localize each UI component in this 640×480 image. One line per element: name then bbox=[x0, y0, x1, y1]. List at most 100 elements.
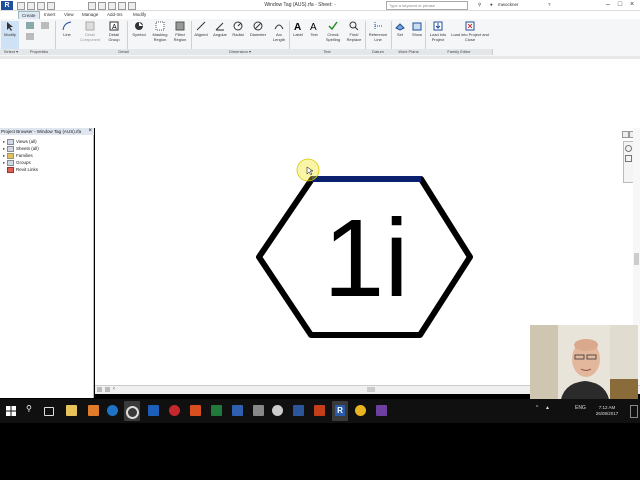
network-icon[interactable]: ▲ bbox=[545, 405, 550, 411]
set-work-plane-button[interactable]: Set bbox=[393, 21, 407, 49]
tree-item-revit-links[interactable]: Revit Links bbox=[3, 167, 38, 173]
symbol-button[interactable]: Symbol bbox=[130, 21, 148, 49]
vertical-scroll-thumb[interactable] bbox=[634, 253, 639, 265]
scroll-left-icon[interactable]: ‹ bbox=[113, 386, 115, 392]
task-view-icon[interactable] bbox=[44, 407, 54, 416]
close-panel-icon[interactable]: × bbox=[88, 128, 92, 135]
dimension-icon[interactable] bbox=[98, 2, 106, 10]
detail-component-button[interactable]: Detail Component bbox=[77, 21, 103, 49]
chrome-icon[interactable] bbox=[355, 405, 366, 416]
search-input[interactable]: Type a keyword or phrase bbox=[386, 1, 468, 10]
calculator-icon[interactable] bbox=[253, 405, 264, 416]
minimize-icon[interactable]: – bbox=[603, 1, 613, 9]
tree-item-views[interactable]: ▸ Views (all) bbox=[3, 139, 37, 145]
notifications-icon[interactable] bbox=[630, 405, 638, 418]
panel-text: Text bbox=[289, 49, 366, 55]
angular-dimension-button[interactable]: Angular bbox=[211, 21, 229, 49]
horizontal-scroll-thumb[interactable] bbox=[367, 387, 375, 392]
powerpoint-icon[interactable] bbox=[314, 405, 325, 416]
open-icon[interactable] bbox=[17, 2, 25, 10]
illustrator-icon[interactable] bbox=[190, 405, 201, 416]
app-icon-grey[interactable] bbox=[272, 405, 283, 416]
family-category-icon[interactable] bbox=[26, 33, 34, 40]
account-icon[interactable]: ● bbox=[490, 2, 493, 7]
find-replace-icon bbox=[349, 21, 359, 31]
separator bbox=[127, 21, 128, 49]
tree-item-sheets[interactable]: ▸ Sheets (all) bbox=[3, 146, 39, 152]
taskbar-active-app[interactable] bbox=[124, 401, 140, 421]
revit-logo-icon[interactable]: R bbox=[1, 1, 13, 10]
internet-explorer-icon[interactable] bbox=[107, 405, 118, 416]
search-icon[interactable]: ⚲ bbox=[478, 2, 481, 8]
maximize-icon[interactable]: □ bbox=[615, 1, 625, 9]
reference-line-button[interactable]: Reference Line bbox=[366, 21, 390, 49]
check-spelling-button[interactable]: Check Spelling bbox=[322, 21, 344, 49]
properties-icon[interactable] bbox=[26, 22, 34, 29]
tree-item-families[interactable]: ▸ Families bbox=[3, 153, 33, 159]
text-icon: A bbox=[309, 21, 319, 33]
app-icon-red[interactable] bbox=[169, 405, 180, 416]
keyboard-language[interactable]: ENG bbox=[575, 405, 586, 411]
diameter-dimension-button[interactable]: Diameter bbox=[247, 21, 269, 49]
app-icon-blue[interactable] bbox=[232, 405, 243, 416]
app-icon-orange[interactable] bbox=[88, 405, 99, 416]
view-scale-icon[interactable] bbox=[97, 387, 102, 392]
zoom-icon[interactable] bbox=[625, 155, 632, 162]
revit-icon: R bbox=[335, 405, 345, 416]
restore-icon[interactable] bbox=[622, 131, 629, 138]
line-button[interactable]: Line bbox=[58, 21, 76, 49]
save-icon[interactable] bbox=[27, 2, 35, 10]
line-icon bbox=[62, 21, 72, 31]
camera-icon bbox=[125, 406, 139, 419]
text-icon[interactable] bbox=[118, 2, 126, 10]
show-work-plane-icon bbox=[412, 21, 422, 31]
panel-select[interactable]: Select ▾ bbox=[0, 49, 23, 55]
windows-start-icon[interactable] bbox=[6, 406, 16, 416]
redo-icon[interactable] bbox=[47, 2, 55, 10]
help-icon[interactable]: ? bbox=[548, 2, 551, 7]
file-explorer-icon[interactable] bbox=[66, 405, 77, 416]
show-hidden-icons[interactable]: ^ bbox=[536, 405, 538, 411]
steering-wheel-icon[interactable] bbox=[625, 145, 632, 152]
modify-button[interactable]: Modify bbox=[1, 21, 19, 49]
tag-label-text[interactable]: 1i bbox=[323, 197, 409, 320]
word-icon[interactable] bbox=[293, 405, 304, 416]
tab-add-ins[interactable]: Add-Ins bbox=[104, 11, 126, 19]
app-icon-purple[interactable] bbox=[376, 405, 387, 416]
load-into-project-button[interactable]: Load into Project bbox=[427, 21, 449, 49]
close-icon[interactable]: × bbox=[627, 1, 637, 9]
radial-dimension-button[interactable]: Radial bbox=[230, 21, 246, 49]
detail-group-button[interactable]: A Detail Group bbox=[104, 21, 124, 49]
label-icon: A bbox=[293, 21, 303, 33]
symbol-icon bbox=[134, 21, 144, 31]
outlook-icon[interactable] bbox=[148, 405, 159, 416]
arc-length-dimension-button[interactable]: Arc Length bbox=[270, 21, 288, 49]
tab-modify[interactable]: Modify bbox=[130, 11, 149, 19]
masking-region-icon bbox=[155, 21, 165, 31]
show-work-plane-button[interactable]: Show bbox=[409, 21, 425, 49]
find-replace-button[interactable]: Find/ Replace bbox=[344, 21, 364, 49]
load-into-project-and-close-button[interactable]: Load into Project and Close bbox=[450, 21, 490, 49]
revit-taskbar-button[interactable]: R bbox=[332, 401, 348, 421]
undo-icon[interactable] bbox=[37, 2, 45, 10]
panel-family-editor: Family Editor bbox=[426, 49, 493, 55]
tag-icon[interactable] bbox=[108, 2, 116, 10]
tab-view[interactable]: View bbox=[61, 11, 77, 19]
text-button[interactable]: A Text bbox=[306, 21, 322, 49]
detail-level-icon[interactable] bbox=[105, 387, 110, 392]
label-button[interactable]: A Label bbox=[290, 21, 306, 49]
panel-dimension[interactable]: Dimension ▾ bbox=[191, 49, 290, 55]
3d-view-icon[interactable] bbox=[128, 2, 136, 10]
masking-region-button[interactable]: Masking Region bbox=[149, 21, 171, 49]
clock[interactable]: 7:12 AM 26/08/2017 bbox=[590, 405, 624, 417]
aligned-dimension-button[interactable]: Aligned bbox=[192, 21, 210, 49]
search-icon[interactable]: ⚲ bbox=[26, 404, 32, 413]
user-name[interactable]: mwockner bbox=[498, 2, 519, 7]
excel-icon[interactable] bbox=[211, 405, 222, 416]
filled-region-button[interactable]: Filled Region bbox=[171, 21, 189, 49]
measure-icon[interactable] bbox=[88, 2, 96, 10]
tree-item-groups[interactable]: ▸ Groups bbox=[3, 160, 31, 166]
tab-insert[interactable]: Insert bbox=[41, 11, 58, 19]
tab-manage[interactable]: Manage bbox=[79, 11, 101, 19]
family-types-icon[interactable] bbox=[41, 22, 49, 29]
